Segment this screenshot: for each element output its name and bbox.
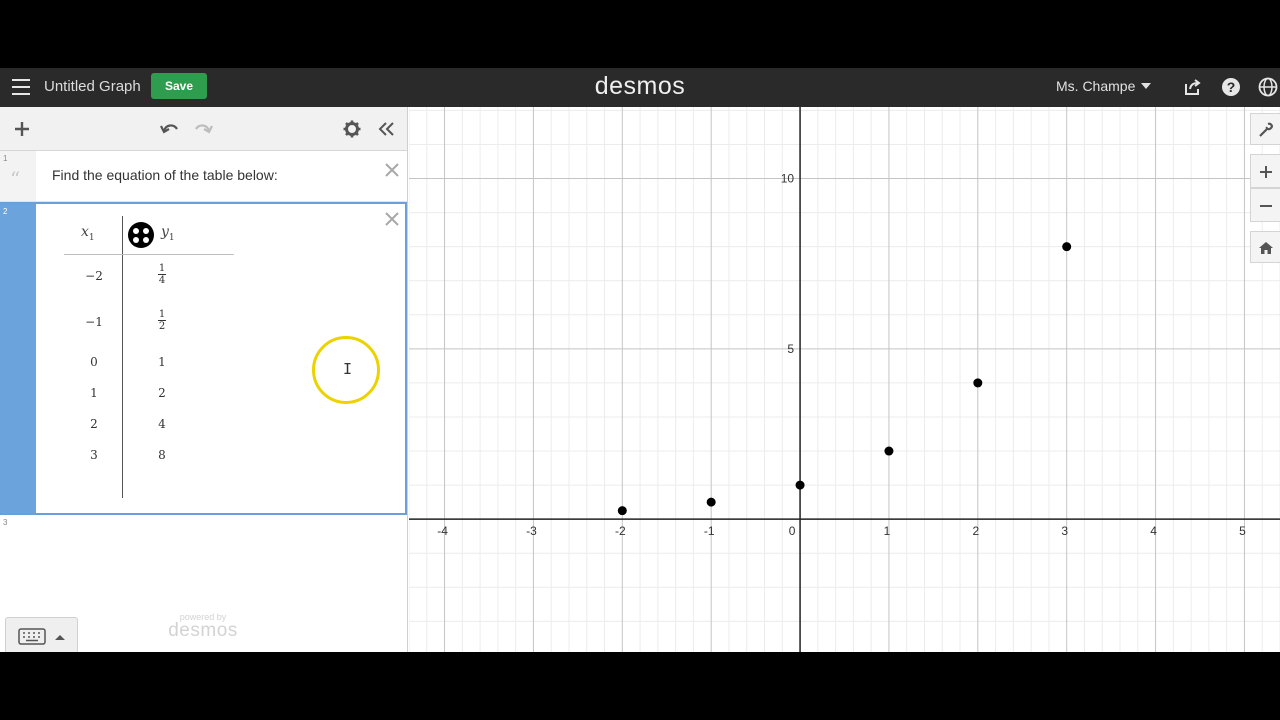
x-tick-label: 0 bbox=[789, 524, 796, 538]
point-style-icon[interactable] bbox=[127, 221, 155, 249]
row-number: 3 bbox=[3, 518, 8, 527]
row-gutter-active bbox=[0, 204, 36, 513]
caret-up-icon bbox=[55, 635, 65, 640]
x-tick-label: -1 bbox=[704, 524, 715, 538]
row-number: 1 bbox=[3, 154, 8, 163]
home-view-button[interactable] bbox=[1250, 231, 1280, 263]
numerator: 1 bbox=[157, 263, 167, 275]
column-label: y bbox=[161, 224, 169, 240]
close-icon[interactable] bbox=[383, 161, 401, 179]
keyboard-toggle-button[interactable] bbox=[5, 617, 78, 652]
expression-toolbar bbox=[0, 107, 407, 151]
powered-by-logo: powered by desmos bbox=[165, 612, 241, 640]
fraction: 12 bbox=[157, 309, 167, 332]
undo-icon[interactable] bbox=[158, 119, 180, 139]
expression-row-note[interactable]: 1 “ Find the equation of the table below… bbox=[0, 151, 407, 202]
data-point bbox=[617, 506, 627, 516]
x-tick-label: 5 bbox=[1239, 524, 1246, 538]
globe-icon[interactable] bbox=[1258, 77, 1278, 97]
data-point bbox=[1062, 242, 1072, 252]
user-menu[interactable]: Ms. Champe bbox=[1056, 78, 1152, 94]
table-cell-y[interactable]: 8 bbox=[142, 448, 182, 462]
chevron-down-icon bbox=[1141, 83, 1152, 89]
table-cell-y[interactable]: 4 bbox=[142, 417, 182, 431]
table-divider bbox=[122, 216, 123, 498]
data-point bbox=[973, 378, 983, 388]
x-tick-label: 1 bbox=[884, 524, 891, 538]
plus-icon bbox=[1260, 166, 1272, 178]
note-text[interactable]: Find the equation of the table below: bbox=[52, 167, 278, 183]
wrench-icon bbox=[1259, 122, 1273, 137]
note-quote-icon: “ bbox=[10, 167, 21, 191]
y-tick-label: 5 bbox=[787, 342, 794, 356]
redo-icon[interactable] bbox=[193, 119, 215, 139]
x-tick-label: -2 bbox=[615, 524, 626, 538]
graph-title[interactable]: Untitled Graph bbox=[44, 78, 141, 95]
x-tick-label: -3 bbox=[526, 524, 537, 538]
table-cell-x[interactable]: −2 bbox=[74, 269, 114, 283]
table-header-y[interactable]: y1 bbox=[161, 224, 175, 243]
minus-icon bbox=[1260, 205, 1272, 207]
x-tick-label: -4 bbox=[437, 524, 448, 538]
denominator: 2 bbox=[158, 321, 166, 332]
x-tick-label: 2 bbox=[972, 524, 979, 538]
powered-by-brand: desmos bbox=[168, 620, 238, 641]
save-button[interactable]: Save bbox=[151, 73, 207, 99]
menu-icon[interactable] bbox=[12, 79, 30, 95]
tick-labels: -4 -3 -2 -1 0 1 2 3 4 5 5 10 bbox=[437, 172, 1246, 539]
data-point bbox=[884, 446, 894, 456]
x-tick-label: 3 bbox=[1061, 524, 1068, 538]
table-cell-y[interactable]: 2 bbox=[142, 386, 182, 400]
data-point bbox=[706, 497, 716, 507]
major-grid bbox=[409, 107, 1280, 652]
share-icon[interactable] bbox=[1183, 77, 1203, 97]
collapse-panel-icon[interactable] bbox=[375, 119, 397, 139]
numerator: 1 bbox=[157, 309, 167, 321]
table-cell-x[interactable]: 1 bbox=[74, 386, 114, 400]
graph-canvas[interactable]: -4 -3 -2 -1 0 1 2 3 4 5 5 10 bbox=[408, 107, 1280, 652]
table-cell-x[interactable]: 2 bbox=[74, 417, 114, 431]
column-subscript: 1 bbox=[168, 232, 175, 243]
table-cell-y[interactable]: 14 bbox=[142, 263, 182, 286]
fraction: 14 bbox=[157, 263, 167, 286]
column-label: x bbox=[81, 224, 89, 240]
zoom-out-button[interactable] bbox=[1250, 188, 1280, 222]
table-cell-x[interactable]: 0 bbox=[74, 355, 114, 369]
zoom-in-button[interactable] bbox=[1250, 154, 1280, 188]
x-tick-label: 4 bbox=[1150, 524, 1157, 538]
gear-icon[interactable] bbox=[341, 119, 363, 139]
keyboard-icon bbox=[18, 628, 46, 645]
expression-row-empty[interactable]: 3 bbox=[0, 515, 407, 555]
close-icon[interactable] bbox=[383, 210, 401, 228]
home-icon bbox=[1259, 242, 1273, 254]
data-points bbox=[617, 242, 1072, 516]
table-cell-y[interactable]: 1 bbox=[142, 355, 182, 369]
expression-panel: 1 “ Find the equation of the table below… bbox=[0, 107, 408, 652]
desmos-app: Untitled Graph Save desmos Ms. Champe ? bbox=[0, 68, 1280, 652]
add-icon[interactable] bbox=[11, 119, 33, 139]
y-tick-label: 10 bbox=[781, 172, 795, 186]
table-cell-y[interactable]: 12 bbox=[142, 309, 182, 332]
svg-text:?: ? bbox=[1227, 79, 1236, 95]
table-cell-x[interactable]: −1 bbox=[74, 315, 114, 329]
help-icon[interactable]: ? bbox=[1221, 77, 1241, 97]
table-header-line bbox=[64, 254, 234, 255]
minor-grid bbox=[408, 107, 1280, 652]
graph-settings-button[interactable] bbox=[1250, 113, 1280, 145]
top-bar: Untitled Graph Save desmos Ms. Champe ? bbox=[0, 68, 1280, 107]
table-cell-x[interactable]: 3 bbox=[74, 448, 114, 462]
axes bbox=[409, 107, 1280, 652]
data-point bbox=[795, 480, 805, 490]
user-name: Ms. Champe bbox=[1056, 78, 1136, 94]
column-subscript: 1 bbox=[88, 232, 95, 243]
expression-row-table[interactable]: 2 x1 y1 −2 14 −1 1 2 0 1 1 2 2 4 3 8 bbox=[0, 202, 407, 515]
row-number: 2 bbox=[3, 207, 8, 216]
graph-paper[interactable]: -4 -3 -2 -1 0 1 2 3 4 5 5 10 bbox=[408, 107, 1280, 652]
denominator: 4 bbox=[158, 275, 166, 286]
table-header-x[interactable]: x1 bbox=[81, 224, 95, 243]
